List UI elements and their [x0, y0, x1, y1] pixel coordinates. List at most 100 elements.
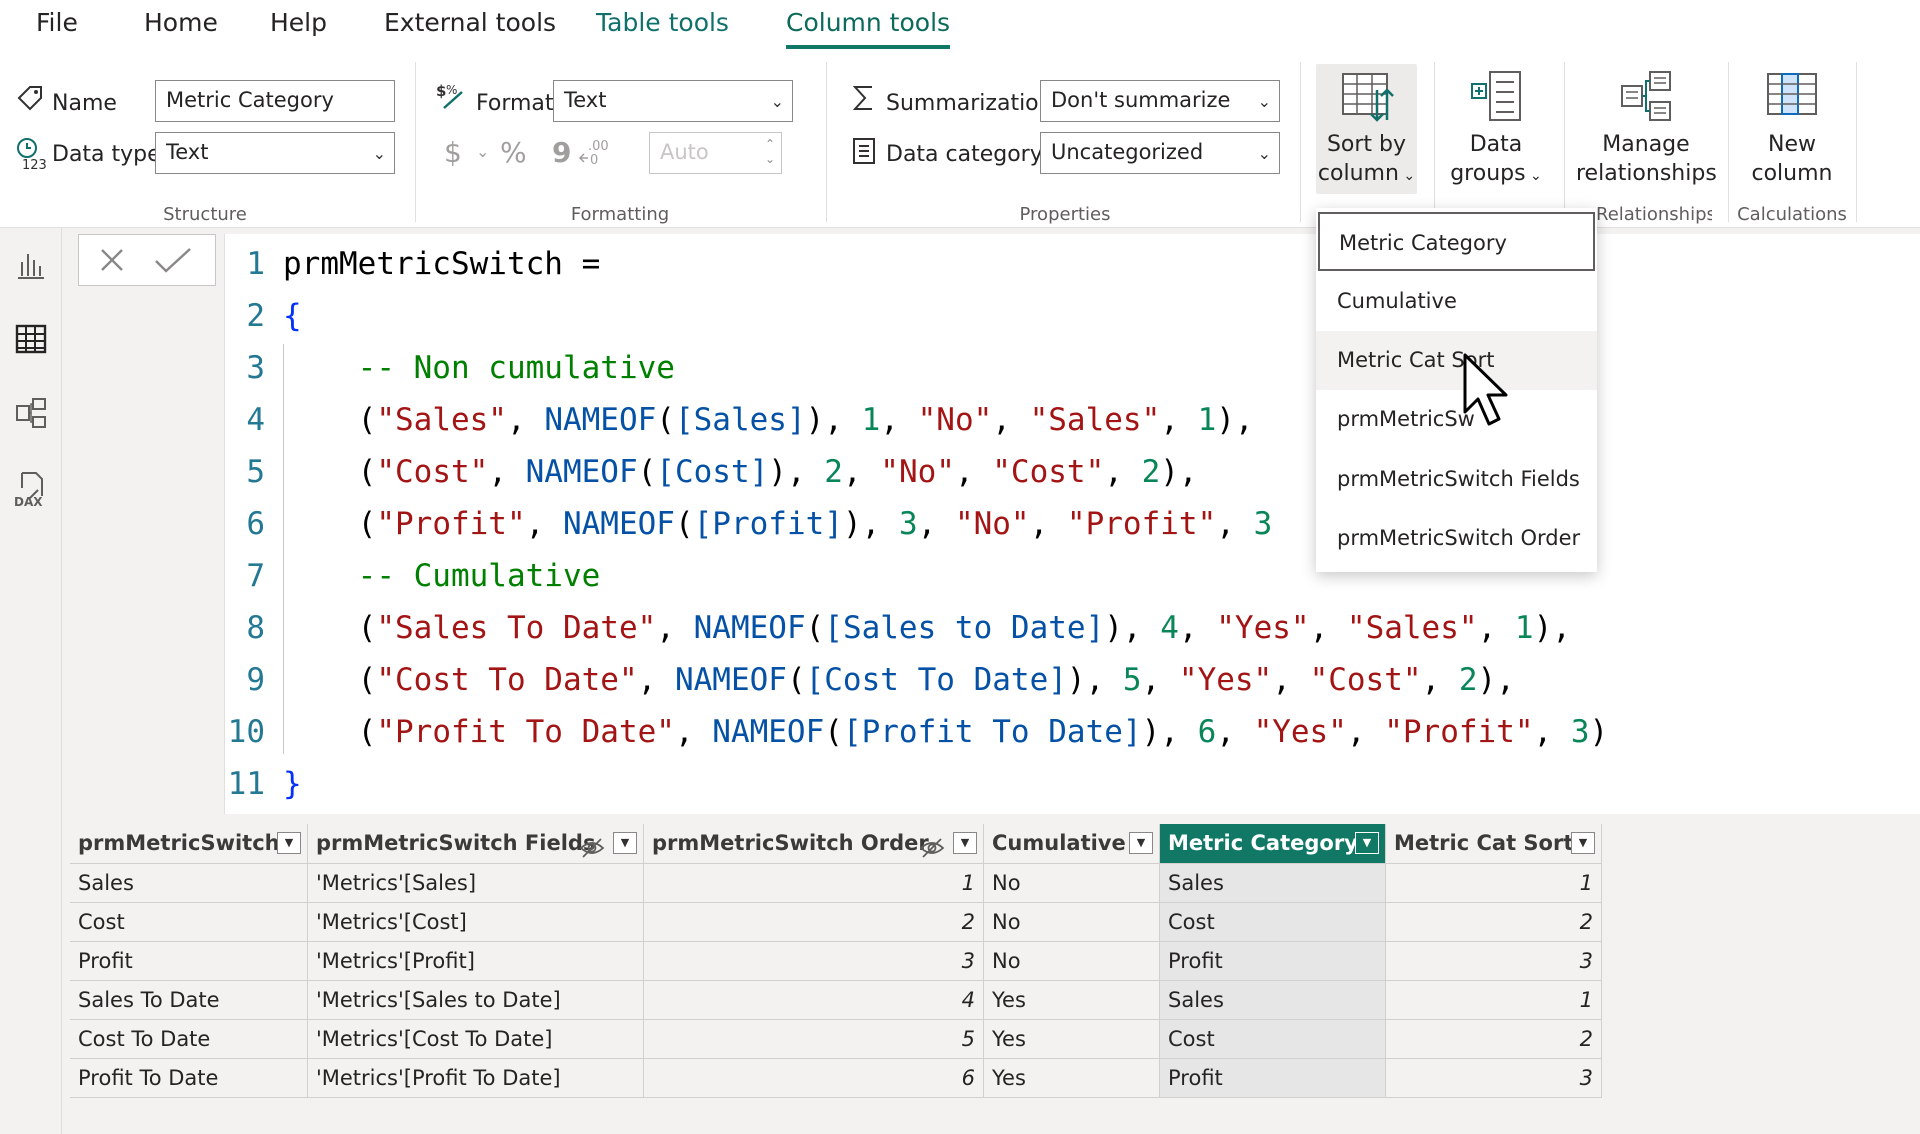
table-cell[interactable]: Yes	[984, 1020, 1160, 1059]
table-cell[interactable]: 4	[644, 981, 984, 1020]
data-groups-label-2: groups	[1450, 161, 1526, 186]
filter-dropdown-icon[interactable]: ▼	[1571, 832, 1595, 854]
dropdown-item-prmmetricswitch-order[interactable]: prmMetricSwitch Order	[1316, 509, 1597, 568]
datatype-select[interactable]: Text ⌄	[155, 132, 395, 174]
table-cell[interactable]: 'Metrics'[Sales]	[308, 864, 644, 903]
sort-by-column-button[interactable]: Sort by column ⌄	[1316, 64, 1417, 194]
divider	[1728, 62, 1729, 222]
code-token: ,	[1216, 714, 1254, 750]
report-view-icon[interactable]	[14, 248, 48, 286]
line-number: 9	[246, 662, 265, 698]
decimal-icon[interactable]: .00 0	[578, 136, 612, 172]
code-token: {	[283, 298, 302, 334]
table-cell[interactable]: Profit To Date	[70, 1059, 308, 1098]
dropdown-item-cumulative[interactable]: Cumulative	[1316, 272, 1597, 331]
table-cell[interactable]: 'Metrics'[Cost]	[308, 903, 644, 942]
table-cell[interactable]: 2	[1386, 1020, 1602, 1059]
menu-external-tools[interactable]: External tools	[384, 8, 556, 37]
table-cell[interactable]: Cost	[70, 903, 308, 942]
filter-dropdown-icon[interactable]: ▼	[953, 832, 977, 854]
code-token: "Profit"	[1066, 506, 1217, 542]
dropdown-item-metric-category[interactable]: Metric Category	[1318, 212, 1595, 271]
filter-dropdown-icon[interactable]: ▼	[277, 832, 301, 854]
summarization-select[interactable]: Don't summarize ⌄	[1040, 80, 1280, 122]
new-column-button[interactable]: New column	[1742, 64, 1842, 188]
table-cell[interactable]: 2	[644, 903, 984, 942]
table-cell[interactable]: 2	[1386, 903, 1602, 942]
table-cell[interactable]: No	[984, 903, 1160, 942]
table-cell[interactable]: 1	[1386, 864, 1602, 903]
table-cell[interactable]: Yes	[984, 1059, 1160, 1098]
menu-file[interactable]: File	[36, 8, 78, 37]
table-cell[interactable]: Sales To Date	[70, 981, 308, 1020]
table-cell[interactable]: No	[984, 864, 1160, 903]
table-cell[interactable]: Profit	[1160, 1059, 1386, 1098]
table-cell[interactable]: 'Metrics'[Sales to Date]	[308, 981, 644, 1020]
table-cell[interactable]: Cost	[1160, 1020, 1386, 1059]
table-cell[interactable]: 'Metrics'[Cost To Date]	[308, 1020, 644, 1059]
table-cell[interactable]: Profit	[1160, 942, 1386, 981]
name-input[interactable]: Metric Category	[155, 80, 395, 122]
format-select[interactable]: Text ⌄	[553, 80, 793, 122]
model-view-icon[interactable]	[14, 396, 48, 434]
commit-icon[interactable]	[153, 245, 193, 279]
dax-formula-editor[interactable]: 1 prmMetricSwitch = 2{3 -- Non cumulative 4…	[224, 234, 1920, 814]
filter-dropdown-icon[interactable]: ▼	[1355, 832, 1379, 854]
table-cell[interactable]: Cost To Date	[70, 1020, 308, 1059]
menu-column-tools[interactable]: Column tools	[786, 8, 951, 49]
comma-icon[interactable]: 9	[552, 136, 571, 169]
percent-icon[interactable]: %	[500, 136, 527, 169]
code-token: ,	[1029, 506, 1067, 542]
table-cell[interactable]: 5	[644, 1020, 984, 1059]
code-token: "Yes"	[1178, 662, 1273, 698]
code-token: ,	[1272, 662, 1310, 698]
table-cell[interactable]: Yes	[984, 981, 1160, 1020]
menu-help[interactable]: Help	[270, 8, 327, 37]
summarization-value: Don't summarize	[1051, 88, 1231, 112]
cancel-icon[interactable]	[97, 245, 127, 279]
table-cell[interactable]: Sales	[1160, 981, 1386, 1020]
table-cell[interactable]: Cost	[1160, 903, 1386, 942]
code-line: 9 ("Cost To Date", NAMEOF([Cost To Date]…	[225, 654, 1515, 706]
menu-table-tools[interactable]: Table tools	[596, 8, 729, 37]
sort-by-column-icon	[1341, 73, 1394, 122]
table-cell[interactable]: 1	[1386, 981, 1602, 1020]
view-rail: DAX	[0, 228, 62, 1134]
table-cell[interactable]: No	[984, 942, 1160, 981]
code-token: [Profit]	[693, 506, 843, 542]
dropdown-item-prmmetricswitch-fields[interactable]: prmMetricSwitch Fields	[1316, 450, 1597, 509]
table-cell[interactable]: 'Metrics'[Profit]	[308, 942, 644, 981]
currency-icon[interactable]: $	[444, 136, 462, 169]
table-cell[interactable]: 'Metrics'[Profit To Date]	[308, 1059, 644, 1098]
table-cell[interactable]: 1	[644, 864, 984, 903]
column-header[interactable]: prmMetricSwitch Fields ▼	[308, 824, 644, 864]
table-cell[interactable]: 3	[1386, 1059, 1602, 1098]
data-groups-label-1: Data	[1469, 132, 1523, 157]
dax-query-view-icon[interactable]: DAX	[14, 470, 48, 512]
code-token: ,	[674, 714, 713, 750]
table-cell[interactable]: 3	[644, 942, 984, 981]
decimal-places-input[interactable]: Auto ⌃ ⌄	[649, 132, 782, 174]
column-header[interactable]: Cumulative ▼	[984, 824, 1160, 864]
dropdown-item-metric-cat-sort[interactable]: Metric Cat Sort	[1316, 331, 1597, 390]
filter-dropdown-icon[interactable]: ▼	[613, 832, 637, 854]
code-token: ,	[1160, 402, 1198, 438]
table-cell[interactable]: Profit	[70, 942, 308, 981]
filter-dropdown-icon[interactable]: ▼	[1129, 832, 1153, 854]
code-token: ,	[1421, 662, 1459, 698]
manage-relationships-button[interactable]: Manage relationships	[1576, 64, 1717, 188]
column-header[interactable]: Metric Category ▼	[1160, 824, 1386, 864]
table-cell[interactable]: 3	[1386, 942, 1602, 981]
table-cell[interactable]: Sales	[1160, 864, 1386, 903]
column-header[interactable]: prmMetricSwitch ▼	[70, 824, 308, 864]
table-cell[interactable]: Sales	[70, 864, 308, 903]
auto-value: Auto	[660, 140, 709, 164]
data-groups-button[interactable]: Data groups ⌄	[1446, 64, 1546, 191]
table-cell[interactable]: 6	[644, 1059, 984, 1098]
datacategory-select[interactable]: Uncategorized ⌄	[1040, 132, 1280, 174]
dropdown-item-prmmetricswitch[interactable]: prmMetricSw	[1316, 390, 1597, 449]
table-view-icon[interactable]	[14, 322, 48, 360]
menu-home[interactable]: Home	[144, 8, 218, 37]
column-header[interactable]: Metric Cat Sort ▼	[1386, 824, 1602, 864]
column-header[interactable]: prmMetricSwitch Order ▼	[644, 824, 984, 864]
